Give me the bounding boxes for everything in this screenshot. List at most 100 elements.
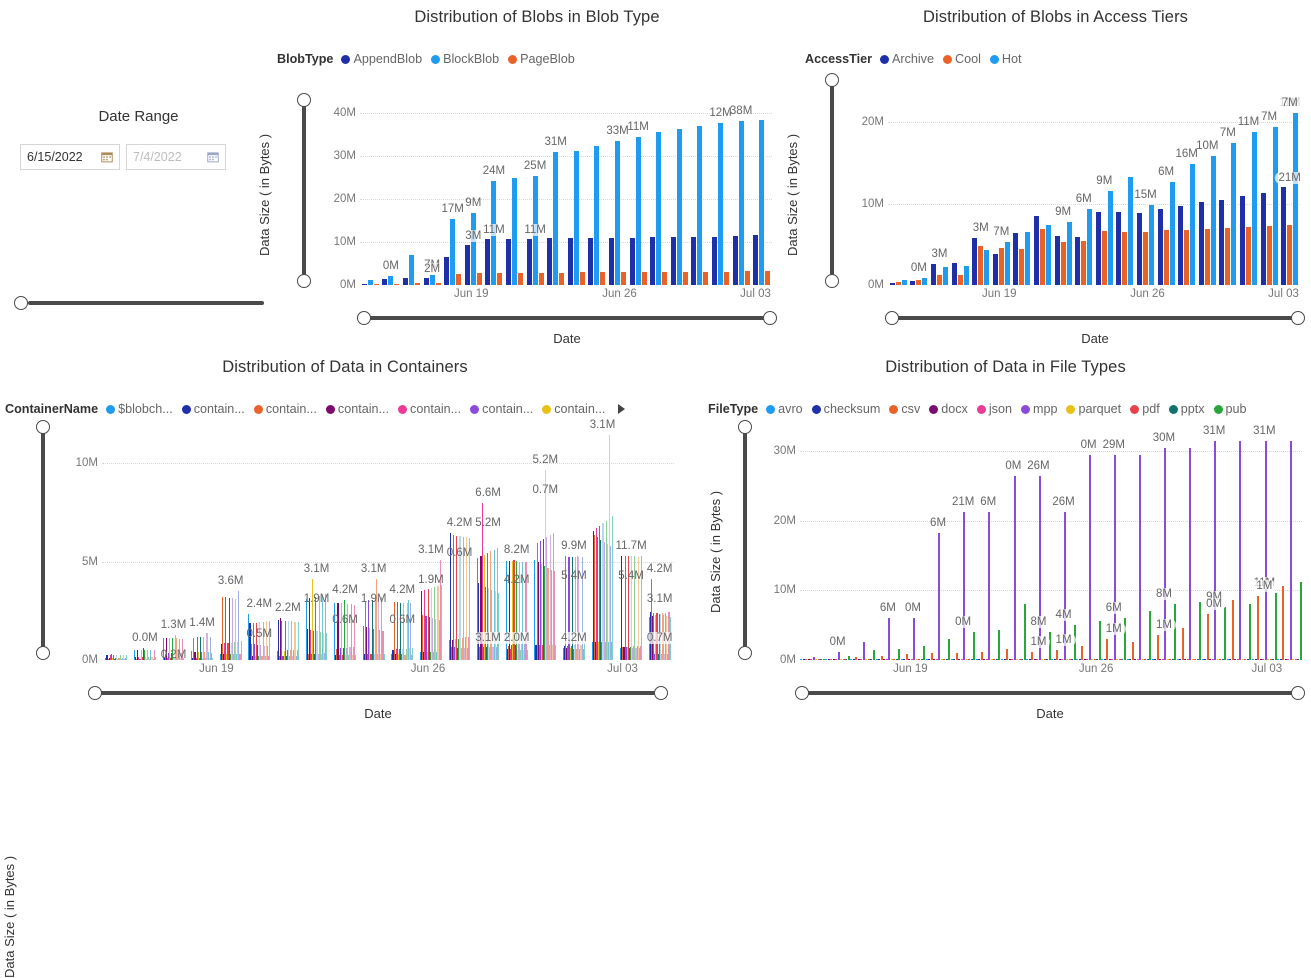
bar-filetype-6[interactable] bbox=[1139, 455, 1142, 660]
bar-blockblob[interactable] bbox=[676, 128, 682, 285]
y-axis-slider[interactable] bbox=[36, 420, 50, 660]
bar-group[interactable] bbox=[645, 579, 674, 660]
bar-container-20[interactable] bbox=[526, 650, 528, 660]
bar-appendblob[interactable] bbox=[444, 256, 450, 285]
bar-archive[interactable] bbox=[1033, 215, 1039, 285]
date-range-slider[interactable] bbox=[14, 296, 264, 310]
bar-group[interactable] bbox=[751, 119, 772, 285]
bar-container-17[interactable] bbox=[294, 621, 296, 660]
bar-filetype-6[interactable] bbox=[1214, 441, 1217, 660]
legend-item-container-4[interactable]: contain... bbox=[325, 402, 389, 416]
bar-blockblob[interactable] bbox=[614, 141, 620, 285]
slider-handle-left[interactable] bbox=[88, 686, 102, 700]
bar-pageblob[interactable] bbox=[559, 272, 565, 285]
bar-container-18[interactable] bbox=[409, 603, 412, 660]
bar-cool[interactable] bbox=[1060, 241, 1066, 285]
bar-cool[interactable] bbox=[1142, 231, 1148, 285]
bar-filetype-3[interactable] bbox=[1181, 628, 1184, 660]
bar-archive[interactable] bbox=[930, 264, 936, 285]
bar-group[interactable] bbox=[1001, 476, 1026, 660]
bar-group[interactable] bbox=[1115, 177, 1136, 285]
bar-group[interactable] bbox=[669, 128, 690, 285]
slider-handle-right[interactable] bbox=[654, 686, 668, 700]
bar-cool[interactable] bbox=[916, 280, 922, 285]
bar-cool[interactable] bbox=[1204, 228, 1210, 285]
bar-container-3[interactable] bbox=[393, 602, 395, 660]
slider-handle-bottom[interactable] bbox=[825, 274, 839, 288]
bar-filetype-6[interactable] bbox=[1264, 441, 1267, 660]
bar-container-13[interactable] bbox=[375, 579, 377, 660]
bar-hot[interactable] bbox=[1169, 182, 1175, 285]
bar-filetype-3[interactable] bbox=[1231, 600, 1234, 660]
slider-track[interactable] bbox=[364, 316, 770, 320]
bar-container-14[interactable] bbox=[291, 621, 293, 660]
bar-appendblob[interactable] bbox=[402, 278, 408, 285]
bar-group[interactable] bbox=[1073, 209, 1094, 285]
bar-group[interactable] bbox=[1026, 476, 1051, 660]
bar-container-20[interactable] bbox=[497, 592, 500, 660]
start-date-field[interactable]: 6/15/2022 bbox=[20, 144, 120, 170]
bar-blockblob[interactable] bbox=[738, 121, 744, 285]
y-axis-slider[interactable] bbox=[738, 420, 752, 660]
bar-container-5[interactable] bbox=[281, 620, 283, 660]
bar-group[interactable] bbox=[388, 600, 417, 660]
bar-group[interactable] bbox=[1252, 441, 1277, 660]
bar-blockblob[interactable] bbox=[717, 123, 723, 285]
bar-group[interactable] bbox=[1226, 441, 1252, 660]
bar-appendblob[interactable] bbox=[567, 238, 573, 285]
bar-group[interactable] bbox=[628, 136, 649, 285]
bar-appendblob[interactable] bbox=[547, 238, 553, 285]
bar-container-11[interactable] bbox=[287, 621, 289, 660]
bar-container-7[interactable] bbox=[340, 603, 342, 660]
bar-container-3[interactable] bbox=[221, 596, 224, 660]
bar-group[interactable] bbox=[1032, 215, 1053, 285]
bar-container-12[interactable] bbox=[403, 602, 405, 660]
bar-cool[interactable] bbox=[895, 281, 901, 285]
bar-blockblob[interactable] bbox=[511, 178, 517, 285]
legend-item-container-5[interactable]: contain... bbox=[398, 402, 461, 416]
bar-cool[interactable] bbox=[998, 248, 1004, 285]
bar-group[interactable] bbox=[401, 255, 422, 285]
bar-appendblob[interactable] bbox=[464, 245, 470, 285]
bar-filetype-3[interactable] bbox=[1131, 642, 1134, 660]
bar-appendblob[interactable] bbox=[505, 238, 511, 285]
bar-blockblob[interactable] bbox=[388, 276, 394, 285]
bar-cool[interactable] bbox=[1287, 225, 1293, 285]
bar-pageblob[interactable] bbox=[662, 271, 668, 285]
bar-group[interactable] bbox=[690, 125, 711, 285]
bar-group[interactable] bbox=[1053, 222, 1074, 285]
bar-filetype-3[interactable] bbox=[1206, 614, 1209, 660]
bar-appendblob[interactable] bbox=[526, 238, 532, 285]
bar-container-20[interactable] bbox=[555, 644, 557, 660]
bar-hot[interactable] bbox=[1045, 225, 1051, 285]
bar-container-20[interactable] bbox=[297, 621, 299, 660]
bar-group[interactable] bbox=[1012, 231, 1033, 285]
bar-filetype-6[interactable] bbox=[938, 532, 941, 660]
bar-group[interactable] bbox=[1218, 143, 1239, 285]
bar-hot[interactable] bbox=[1251, 132, 1257, 285]
bar-cool[interactable] bbox=[957, 274, 963, 285]
bar-archive[interactable] bbox=[1054, 235, 1060, 285]
legend-item-container-7[interactable]: contain... bbox=[542, 402, 605, 416]
bar-pageblob[interactable] bbox=[435, 282, 441, 285]
bar-archive[interactable] bbox=[1219, 199, 1225, 285]
bar-group[interactable] bbox=[1238, 132, 1259, 285]
slider-handle-bottom[interactable] bbox=[738, 646, 752, 660]
bar-group[interactable] bbox=[1076, 455, 1101, 660]
bar-container-2[interactable] bbox=[278, 620, 280, 660]
bar-group[interactable] bbox=[900, 617, 926, 660]
bar-appendblob[interactable] bbox=[382, 278, 388, 285]
bar-cool[interactable] bbox=[1122, 231, 1128, 285]
slider-handle-bottom[interactable] bbox=[36, 646, 50, 660]
bar-container-9[interactable] bbox=[400, 602, 402, 660]
bar-pageblob[interactable] bbox=[579, 272, 585, 285]
legend-item-pageblob[interactable]: PageBlob bbox=[508, 52, 575, 66]
legend-item-pub[interactable]: pub bbox=[1213, 402, 1247, 416]
bar-group[interactable] bbox=[970, 238, 991, 285]
bar-group[interactable] bbox=[991, 242, 1012, 285]
bar-hot[interactable] bbox=[1128, 177, 1134, 285]
bar-pageblob[interactable] bbox=[600, 272, 606, 285]
bar-appendblob[interactable] bbox=[650, 237, 656, 285]
bar-container-20[interactable] bbox=[326, 633, 328, 660]
bar-pageblob[interactable] bbox=[620, 272, 626, 285]
